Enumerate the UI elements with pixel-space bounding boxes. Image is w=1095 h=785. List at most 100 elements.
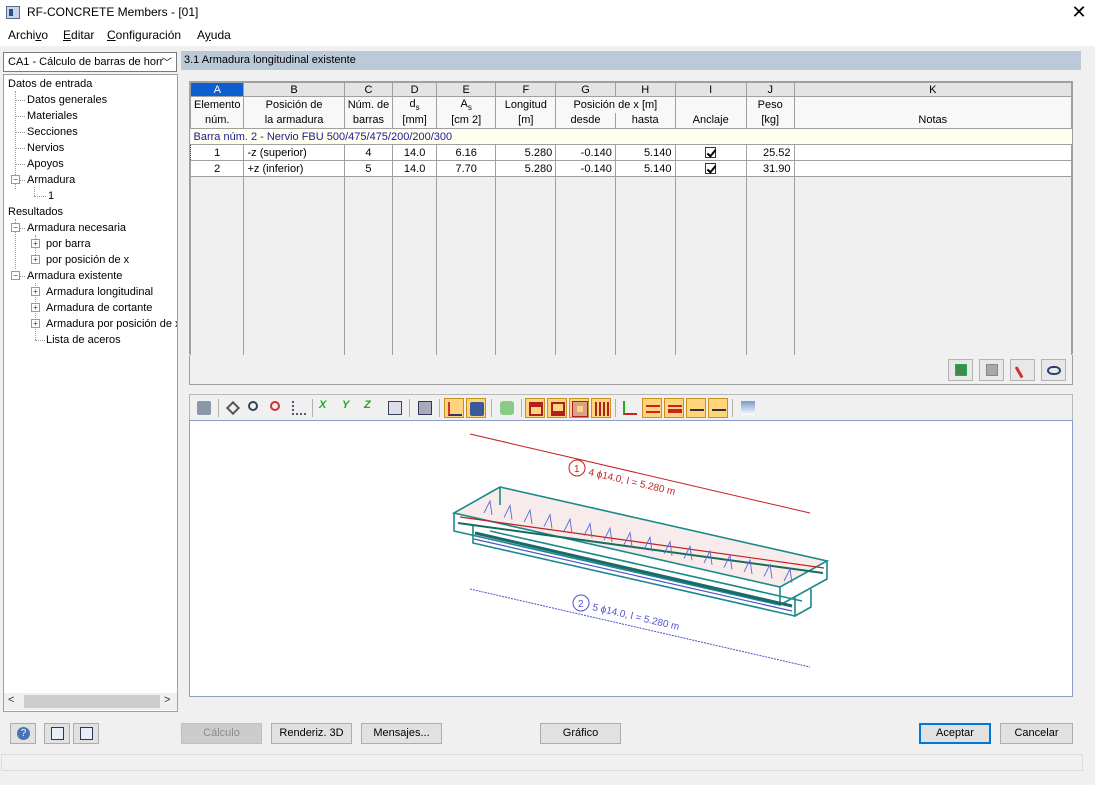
layers-bottom-icon[interactable] [664, 398, 684, 418]
col-letter-e[interactable]: E [435, 82, 497, 97]
section-stirrups-icon[interactable] [591, 398, 611, 418]
layers-top-icon[interactable] [642, 398, 662, 418]
cell-pos[interactable]: +z (inferior) [243, 160, 345, 177]
graphic-button[interactable]: Gráfico [540, 723, 621, 744]
cell-pos[interactable]: -z (superior) [243, 144, 345, 161]
cell-len[interactable]: 5.280 [495, 144, 557, 161]
table-row[interactable]: 1 -z (superior) 4 14.0 6.16 5.280 -0.140… [189, 144, 1073, 161]
tree-results-root[interactable]: Resultados [8, 205, 63, 219]
render-solid-icon[interactable] [466, 398, 486, 418]
tree-ribs[interactable]: Nervios [27, 141, 64, 155]
anchor-checkbox[interactable] [705, 163, 717, 175]
export-data-button[interactable] [73, 723, 99, 744]
collapse-icon[interactable]: − [11, 271, 20, 280]
menu-configuracion[interactable]: Configuración [107, 28, 181, 42]
col-letter-i[interactable]: I [674, 82, 747, 97]
col-letter-g[interactable]: G [555, 82, 616, 97]
tree-by-x[interactable]: por posición de x [46, 253, 129, 267]
anchor-right-icon[interactable] [708, 398, 728, 418]
cell-bars[interactable]: 4 [343, 144, 394, 161]
iso-view-icon[interactable] [385, 398, 405, 418]
cell-weight[interactable]: 25.52 [745, 144, 795, 161]
col-letter-d[interactable]: D [392, 82, 437, 97]
print-icon[interactable] [194, 398, 214, 418]
cell-weight[interactable]: 31.90 [745, 160, 795, 177]
select-icon[interactable] [223, 398, 243, 418]
view-x-icon[interactable]: X [317, 398, 337, 418]
expand-icon[interactable]: + [31, 287, 40, 296]
tree-steel-list[interactable]: Lista de aceros [46, 333, 121, 347]
close-icon[interactable]: ✕ [1068, 0, 1090, 26]
col-letter-j[interactable]: J [745, 82, 795, 97]
messages-button[interactable]: Mensajes... [361, 723, 442, 744]
expand-icon[interactable]: + [31, 319, 40, 328]
help-button[interactable]: ? [10, 723, 36, 744]
scroll-thumb[interactable] [24, 695, 160, 708]
cell-anchor[interactable] [674, 144, 747, 161]
cell-len[interactable]: 5.280 [495, 160, 557, 177]
collapse-icon[interactable]: − [11, 175, 20, 184]
col-letter-c[interactable]: C [343, 82, 394, 97]
scroll-right-icon[interactable]: > [164, 694, 170, 706]
section-frame-icon[interactable] [569, 398, 589, 418]
view-y-icon[interactable]: Y [340, 398, 360, 418]
col-letter-h[interactable]: H [614, 82, 676, 97]
zoom-icon[interactable] [245, 398, 265, 418]
export-excel-button[interactable] [948, 359, 973, 381]
reinforcement-3d-view[interactable]: 1 4 ϕ14.0, l = 5.280 m 2 5 ϕ14.0, l = 5.… [189, 420, 1073, 697]
pick-member-button[interactable] [1010, 359, 1035, 381]
section-top-icon[interactable] [525, 398, 545, 418]
section-bottom-icon[interactable] [547, 398, 567, 418]
table-row[interactable]: 2 +z (inferior) 5 14.0 7.70 5.280 -0.140… [189, 160, 1073, 177]
cell-ds[interactable]: 14.0 [392, 144, 437, 161]
tree-input-root[interactable]: Datos de entrada [8, 77, 92, 91]
tree-sections[interactable]: Secciones [27, 125, 78, 139]
zoom-all-icon[interactable] [267, 398, 287, 418]
tree-by-x-pos[interactable]: Armadura por posición de x [46, 317, 177, 331]
cell-as[interactable]: 7.70 [435, 160, 497, 177]
case-select[interactable]: CA1 - Cálculo de barras de horr ﹀ [3, 52, 177, 72]
expand-icon[interactable]: + [31, 239, 40, 248]
show-rebar-icon[interactable] [444, 398, 464, 418]
tree-by-member[interactable]: por barra [46, 237, 91, 251]
menu-editar[interactable]: Editar [63, 28, 94, 42]
cell-from[interactable]: -0.140 [555, 160, 616, 177]
anchor-left-icon[interactable] [686, 398, 706, 418]
view-z-icon[interactable]: Z [362, 398, 382, 418]
tree-reinforcement-1[interactable]: 1 [48, 189, 54, 203]
hatch-icon[interactable] [497, 398, 517, 418]
tree-materials[interactable]: Materiales [27, 109, 78, 123]
view-eye-button[interactable] [1041, 359, 1066, 381]
col-letter-k[interactable]: K [793, 82, 1073, 97]
ok-button[interactable]: Aceptar [919, 723, 991, 744]
expand-icon[interactable]: + [31, 255, 40, 264]
tree-general[interactable]: Datos generales [27, 93, 107, 107]
measure-icon[interactable] [289, 398, 309, 418]
background-icon[interactable] [738, 398, 758, 418]
import-button[interactable] [979, 359, 1004, 381]
col-letter-a[interactable]: A [189, 82, 245, 97]
cell-elem[interactable]: 2 [189, 160, 245, 177]
col-letter-f[interactable]: F [495, 82, 557, 97]
menu-ayuda[interactable]: Ayuda [197, 28, 231, 42]
axes-icon[interactable] [620, 398, 640, 418]
render-3d-button[interactable]: Renderiz. 3D [271, 723, 352, 744]
cell-from[interactable]: -0.140 [555, 144, 616, 161]
col-letter-b[interactable]: B [243, 82, 345, 97]
cell-bars[interactable]: 5 [343, 160, 394, 177]
anchor-checkbox[interactable] [705, 147, 717, 159]
tree-supports[interactable]: Apoyos [27, 157, 64, 171]
cell-notes[interactable] [793, 144, 1073, 161]
tree-existing[interactable]: Armadura existente [27, 269, 122, 283]
cell-as[interactable]: 6.16 [435, 144, 497, 161]
cube-icon[interactable] [415, 398, 435, 418]
cell-elem[interactable]: 1 [189, 144, 245, 161]
cell-notes[interactable] [793, 160, 1073, 177]
tree-hscrollbar[interactable]: < > [4, 693, 177, 710]
cell-anchor[interactable] [674, 160, 747, 177]
collapse-icon[interactable]: − [11, 223, 20, 232]
menu-archivo[interactable]: Archivo [8, 28, 48, 42]
cancel-button[interactable]: Cancelar [1000, 723, 1073, 744]
cell-to[interactable]: 5.140 [614, 144, 676, 161]
import-data-button[interactable] [44, 723, 70, 744]
